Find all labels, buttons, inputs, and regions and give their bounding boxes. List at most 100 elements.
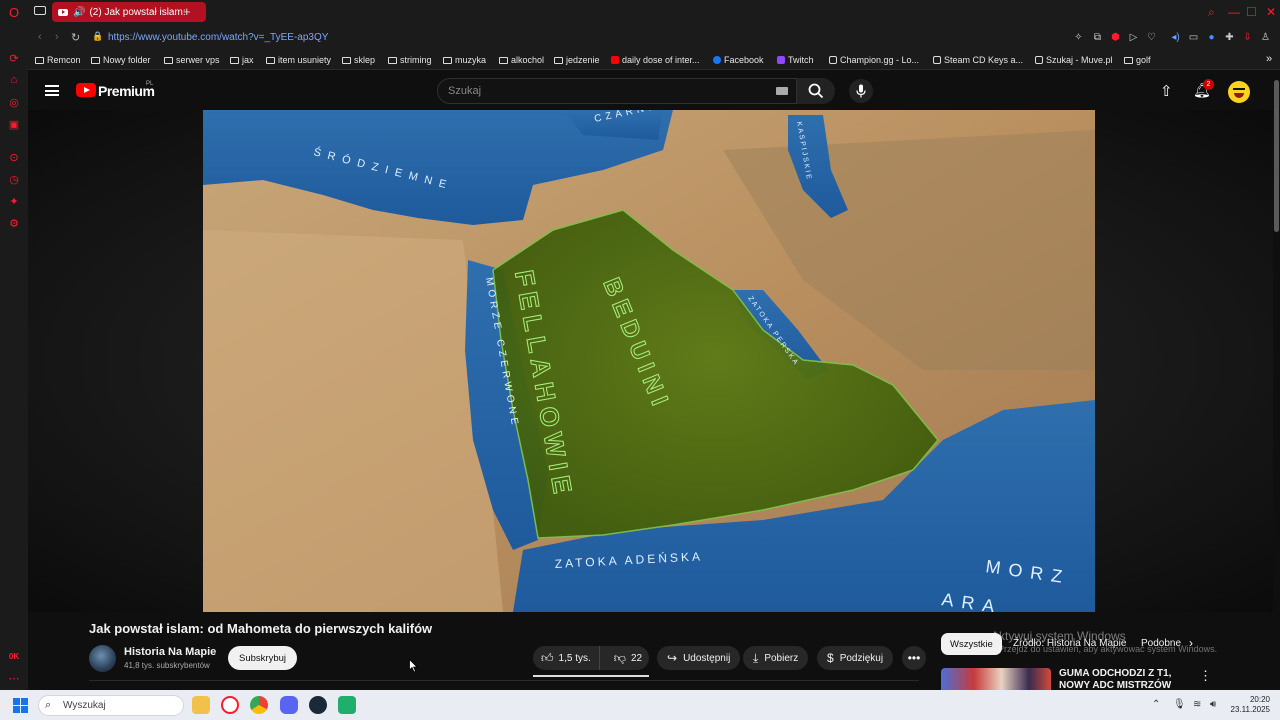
microphone-tray-icon[interactable]: 🎙︎	[1173, 699, 1186, 710]
bookmark-item[interactable]: Nowy folder	[91, 55, 151, 65]
bookmark-item[interactable]: jax	[230, 55, 254, 65]
taskbar-search-input[interactable]: Wyszukaj	[38, 695, 184, 716]
channel-name[interactable]: Historia Na Mapie	[124, 646, 216, 658]
country-code: PL	[146, 81, 154, 87]
shield-icon[interactable]: ⬢	[1110, 32, 1121, 43]
subscribe-button[interactable]: Subskrybuj	[228, 646, 297, 670]
bookmark-item[interactable]: sklep	[342, 55, 375, 65]
wifi-icon[interactable]: ≋	[1193, 699, 1201, 710]
search-tabs-icon[interactable]: ⌕	[1208, 5, 1215, 20]
bookmark-item[interactable]: Champion.gg - Lo...	[829, 55, 919, 65]
youtube-favicon-icon	[58, 8, 68, 16]
file-explorer-icon[interactable]	[192, 696, 210, 714]
instagram-icon[interactable]: ◎	[7, 95, 21, 109]
create-upload-icon[interactable]: ⇧	[1160, 82, 1173, 100]
extension-blue-icon[interactable]: ●	[1206, 32, 1217, 43]
play-icon[interactable]: ▷	[1128, 32, 1139, 43]
download-icon: ⤓	[753, 650, 759, 665]
vpn-icon[interactable]: ▭	[1188, 32, 1199, 43]
bookmark-item[interactable]: Twitch	[777, 55, 814, 65]
bookmark-item[interactable]: daily dose of inter...	[611, 55, 700, 65]
maximize-button[interactable]: ☐	[1246, 5, 1257, 19]
search-input[interactable]: Szukaj	[437, 78, 797, 104]
hamburger-menu-icon[interactable]	[45, 85, 59, 96]
twitch-icon	[777, 56, 785, 64]
clock-date: 23.11.2025	[1230, 705, 1270, 714]
reload-icon[interactable]: ↻	[71, 31, 80, 44]
like-button[interactable]: 👍︎ 1,5 tys.	[533, 646, 600, 670]
channel-avatar[interactable]	[89, 645, 116, 672]
search-button[interactable]	[797, 78, 835, 104]
bookmark-item[interactable]: alkochol	[499, 55, 544, 65]
puzzle-icon[interactable]: ✚	[1224, 32, 1235, 43]
heart-icon[interactable]: ♡	[1146, 32, 1157, 43]
recommended-more-icon[interactable]: ⋮	[1199, 668, 1212, 684]
folder-icon	[499, 56, 508, 64]
shopping-icon[interactable]: ⌂	[7, 73, 21, 87]
discord-icon[interactable]	[280, 696, 298, 714]
speaker-icon[interactable]: 🔊	[73, 7, 85, 18]
recommended-thumbnail[interactable]	[941, 668, 1051, 690]
tab-menu-icon[interactable]	[34, 6, 46, 15]
youtube-logo-icon[interactable]	[76, 83, 96, 97]
windows-start-icon[interactable]	[13, 698, 28, 713]
scrollbar-thumb[interactable]	[1274, 80, 1279, 232]
new-tab-button[interactable]: +	[183, 4, 191, 19]
bookmark-item[interactable]: striming	[388, 55, 432, 65]
bookmark-item[interactable]: Szukaj - Muve.pl	[1035, 55, 1113, 65]
share-button[interactable]: ↪ Udostępnij	[657, 646, 741, 670]
thumbs-up-icon: 👍︎	[541, 650, 554, 665]
download-button[interactable]: ⤓ Pobierz	[743, 646, 809, 670]
windows-taskbar: Wyszukaj ⌕ ⌃ 🎙︎ ≋ 🔊︎ 20:20 23.11.2025	[0, 690, 1280, 720]
bookmark-item[interactable]: muzyka	[443, 55, 486, 65]
minimize-button[interactable]: —	[1228, 5, 1240, 19]
recommended-title[interactable]: GUMA ODCHODZI Z T1, NOWY ADC MISTRZÓW ŚW…	[1059, 668, 1194, 690]
keyboard-icon[interactable]	[776, 87, 788, 95]
divider	[89, 680, 919, 681]
bookmark-item[interactable]: serwer vps	[164, 55, 220, 65]
opera-taskbar-icon[interactable]	[221, 696, 239, 714]
app-icon[interactable]	[338, 696, 356, 714]
lock-icon[interactable]: 🔒	[92, 31, 103, 42]
history-icon[interactable]: ◷	[7, 172, 21, 186]
video-player[interactable]: ŚRÓDZIEMNE CZARNE KASPIJSKIE MORZE CZERW…	[203, 110, 1095, 612]
steam-icon[interactable]	[309, 696, 327, 714]
bookmark-item[interactable]: jedzenie	[554, 55, 600, 65]
bookmark-item[interactable]: item usuniety	[266, 55, 331, 65]
bookmark-item[interactable]: Steam CD Keys a...	[933, 55, 1023, 65]
bookmark-item[interactable]: Facebook	[713, 55, 764, 65]
bookmark-item[interactable]: golf	[1124, 55, 1151, 65]
close-window-button[interactable]: ✕	[1266, 5, 1276, 19]
user-avatar[interactable]	[1228, 81, 1250, 103]
player-icon[interactable]: ⊙	[7, 150, 21, 164]
opera-sidebar: O ⟳ ⌂ ◎ ▣ ⊙ ◷ ✦ ⚙ 0K ⋯	[0, 0, 28, 690]
like-dislike-group: 👍︎ 1,5 tys. 👎︎ 22	[533, 646, 649, 670]
messenger-icon[interactable]: ▣	[7, 117, 21, 131]
voice-search-button[interactable]	[849, 79, 873, 103]
settings-icon[interactable]: ⚙	[7, 216, 21, 230]
taskbar-clock[interactable]: 20:20 23.11.2025	[1230, 695, 1270, 715]
sidebar-more-icon[interactable]: ⋯	[7, 671, 21, 685]
opera-logo-icon[interactable]: O	[7, 5, 21, 20]
back-icon[interactable]: ‹	[38, 31, 42, 43]
snapshot-icon[interactable]: ⧉	[1092, 32, 1103, 43]
url-field[interactable]: https://www.youtube.com/watch?v=_TyEE-ap…	[108, 32, 328, 43]
bookmark-item[interactable]: Remcon	[35, 55, 81, 65]
account-icon[interactable]: ♙	[1260, 32, 1271, 43]
more-actions-button[interactable]: •••	[902, 646, 926, 670]
bookmarks-overflow-icon[interactable]: »	[1266, 53, 1272, 65]
aria-icon[interactable]: ⟳	[7, 51, 21, 65]
extensions-icon[interactable]: ✦	[7, 194, 21, 208]
volume-icon[interactable]: ◂)	[1170, 32, 1181, 43]
dislike-button[interactable]: 👎︎ 22	[606, 646, 650, 670]
pin-icon[interactable]: ✧	[1073, 32, 1084, 43]
forward-icon[interactable]: ›	[55, 31, 59, 43]
thanks-button[interactable]: $ Podziękuj	[817, 646, 894, 670]
activation-watermark-text: Przejdź do ustawień, aby aktywować syste…	[998, 644, 1218, 654]
folder-icon	[164, 56, 173, 64]
download-icon[interactable]: ⇩	[1242, 32, 1253, 43]
chrome-icon[interactable]	[250, 696, 268, 714]
tray-expand-icon[interactable]: ⌃	[1152, 699, 1160, 710]
volume-tray-icon[interactable]: 🔊︎	[1210, 699, 1216, 710]
address-bar: ‹ › ↻ 🔒 https://www.youtube.com/watch?v=…	[28, 26, 1280, 50]
